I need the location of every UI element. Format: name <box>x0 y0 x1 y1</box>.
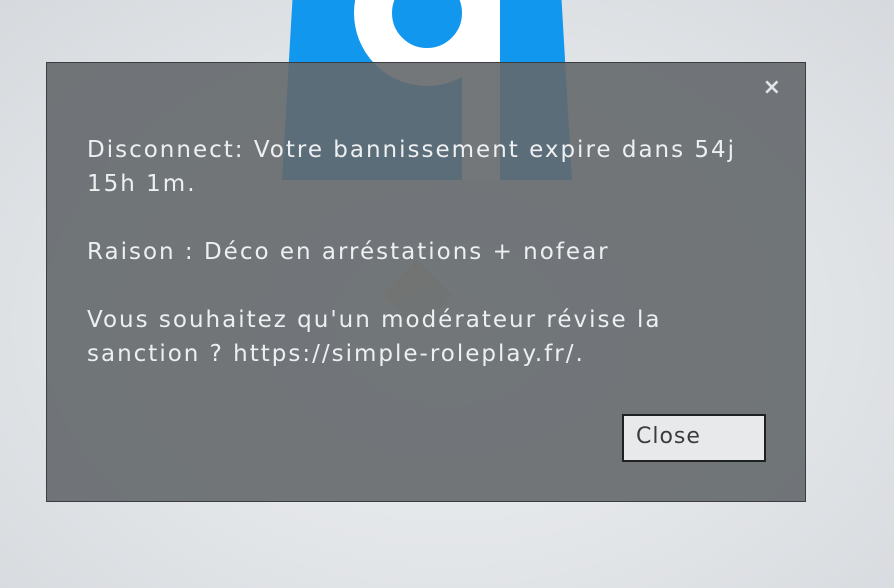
close-button[interactable]: Close <box>622 414 766 462</box>
disconnect-dialog: × Disconnect: Votre bannissement expire … <box>46 62 806 502</box>
ban-reason: Raison : Déco en arréstations + nofear <box>87 239 610 265</box>
appeal-message: Vous souhaitez qu'un modérateur révise l… <box>87 307 662 367</box>
close-icon[interactable]: × <box>763 77 781 99</box>
ban-message: Disconnect: Votre bannissement expire da… <box>87 137 737 197</box>
dialog-message: Disconnect: Votre bannissement expire da… <box>87 133 747 405</box>
